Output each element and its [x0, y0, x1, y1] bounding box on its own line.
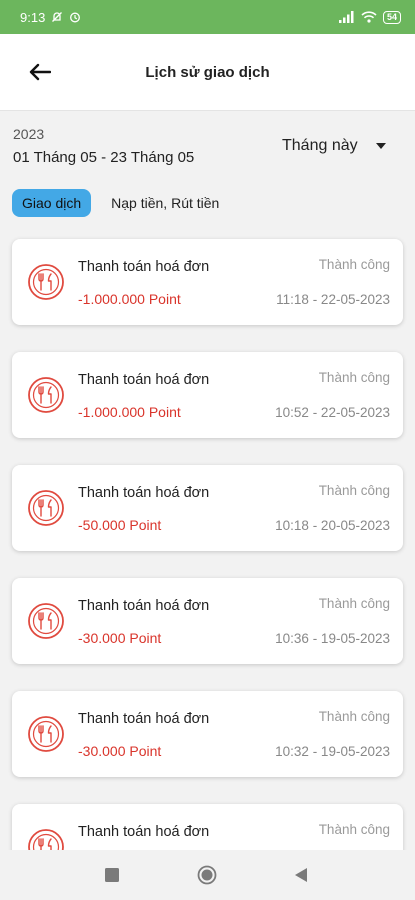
- restaurant-icon: [28, 264, 64, 300]
- transaction-status: Thành công: [318, 596, 390, 611]
- transaction-title: Thanh toán hoá đơn: [78, 372, 210, 388]
- transaction-time: 10:36 - 19-05-2023: [275, 631, 390, 646]
- battery-indicator: 54: [382, 10, 401, 24]
- filter-year: 2023: [13, 126, 45, 142]
- transaction-title: Thanh toán hoá đơn: [78, 598, 210, 614]
- caret-down-icon: [375, 143, 386, 149]
- restaurant-icon: [28, 603, 64, 639]
- circle-home-icon[interactable]: [197, 865, 217, 885]
- transaction-time: 11:18 - 22-05-2023: [276, 292, 390, 307]
- transaction-amount: -30.000 Point: [78, 630, 162, 646]
- wifi-icon: [361, 11, 377, 23]
- period-dropdown[interactable]: Tháng này: [282, 137, 386, 155]
- transaction-title: Thanh toán hoá đơn: [78, 259, 210, 275]
- transaction-title: Thanh toán hoá đơn: [78, 711, 210, 727]
- status-left: 9:13: [20, 10, 81, 25]
- transaction-status: Thành công: [318, 483, 390, 498]
- transaction-tabs: Giao dịch Nạp tiền, Rút tiền: [12, 189, 219, 217]
- page-title: Lịch sử giao dịch: [145, 64, 270, 81]
- transaction-time: 10:32 - 19-05-2023: [275, 744, 390, 759]
- transaction-status: Thành công: [318, 822, 390, 837]
- alarm-icon: [70, 12, 81, 23]
- date-filter: 2023 01 Tháng 05 - 23 Tháng 05 Tháng này: [0, 111, 415, 181]
- triangle-back-icon[interactable]: [294, 867, 308, 883]
- transaction-status: Thành công: [318, 709, 390, 724]
- transaction-amount: -50.000 Point: [78, 517, 162, 533]
- notification-muted-icon: [52, 12, 63, 22]
- restaurant-icon: [28, 716, 64, 752]
- transaction-card[interactable]: Thanh toán hoá đơn -1.000.000 Point Thàn…: [12, 239, 403, 325]
- transaction-time: 10:18 - 20-05-2023: [275, 518, 390, 533]
- status-right: 54: [338, 10, 401, 24]
- restaurant-icon: [28, 377, 64, 413]
- transaction-card[interactable]: Thanh toán hoá đơn -50.000 Point Thành c…: [12, 465, 403, 551]
- square-icon[interactable]: [105, 868, 119, 882]
- transaction-status: Thành công: [318, 370, 390, 385]
- restaurant-icon: [28, 490, 64, 526]
- system-nav-bar: [0, 850, 415, 900]
- transaction-status: Thành công: [318, 257, 390, 272]
- status-bar: 9:13 54: [0, 0, 415, 34]
- transaction-amount: -1.000.000 Point: [78, 404, 181, 420]
- tab-transactions[interactable]: Giao dịch: [12, 189, 92, 217]
- transaction-title: Thanh toán hoá đơn: [78, 485, 210, 501]
- signal-icon: [338, 11, 354, 23]
- transaction-card[interactable]: Thanh toán hoá đơn -30.000 Point Thành c…: [12, 578, 403, 664]
- transaction-card[interactable]: Thanh toán hoá đơn -30.000 Point Thành c…: [12, 691, 403, 777]
- status-time: 9:13: [20, 9, 46, 25]
- app-bar: Lịch sử giao dịch: [0, 34, 415, 111]
- transaction-amount: -1.000.000 Point: [78, 291, 181, 307]
- filter-date-range: 01 Tháng 05 - 23 Tháng 05: [13, 149, 195, 166]
- transaction-title: Thanh toán hoá đơn: [78, 824, 210, 840]
- transaction-card[interactable]: Thanh toán hoá đơn -1.000.000 Point Thàn…: [12, 352, 403, 438]
- tab-deposit-withdraw[interactable]: Nạp tiền, Rút tiền: [111, 189, 219, 217]
- transaction-amount: -30.000 Point: [78, 743, 162, 759]
- period-dropdown-value: Tháng này: [282, 137, 358, 154]
- transaction-time: 10:52 - 22-05-2023: [275, 405, 390, 420]
